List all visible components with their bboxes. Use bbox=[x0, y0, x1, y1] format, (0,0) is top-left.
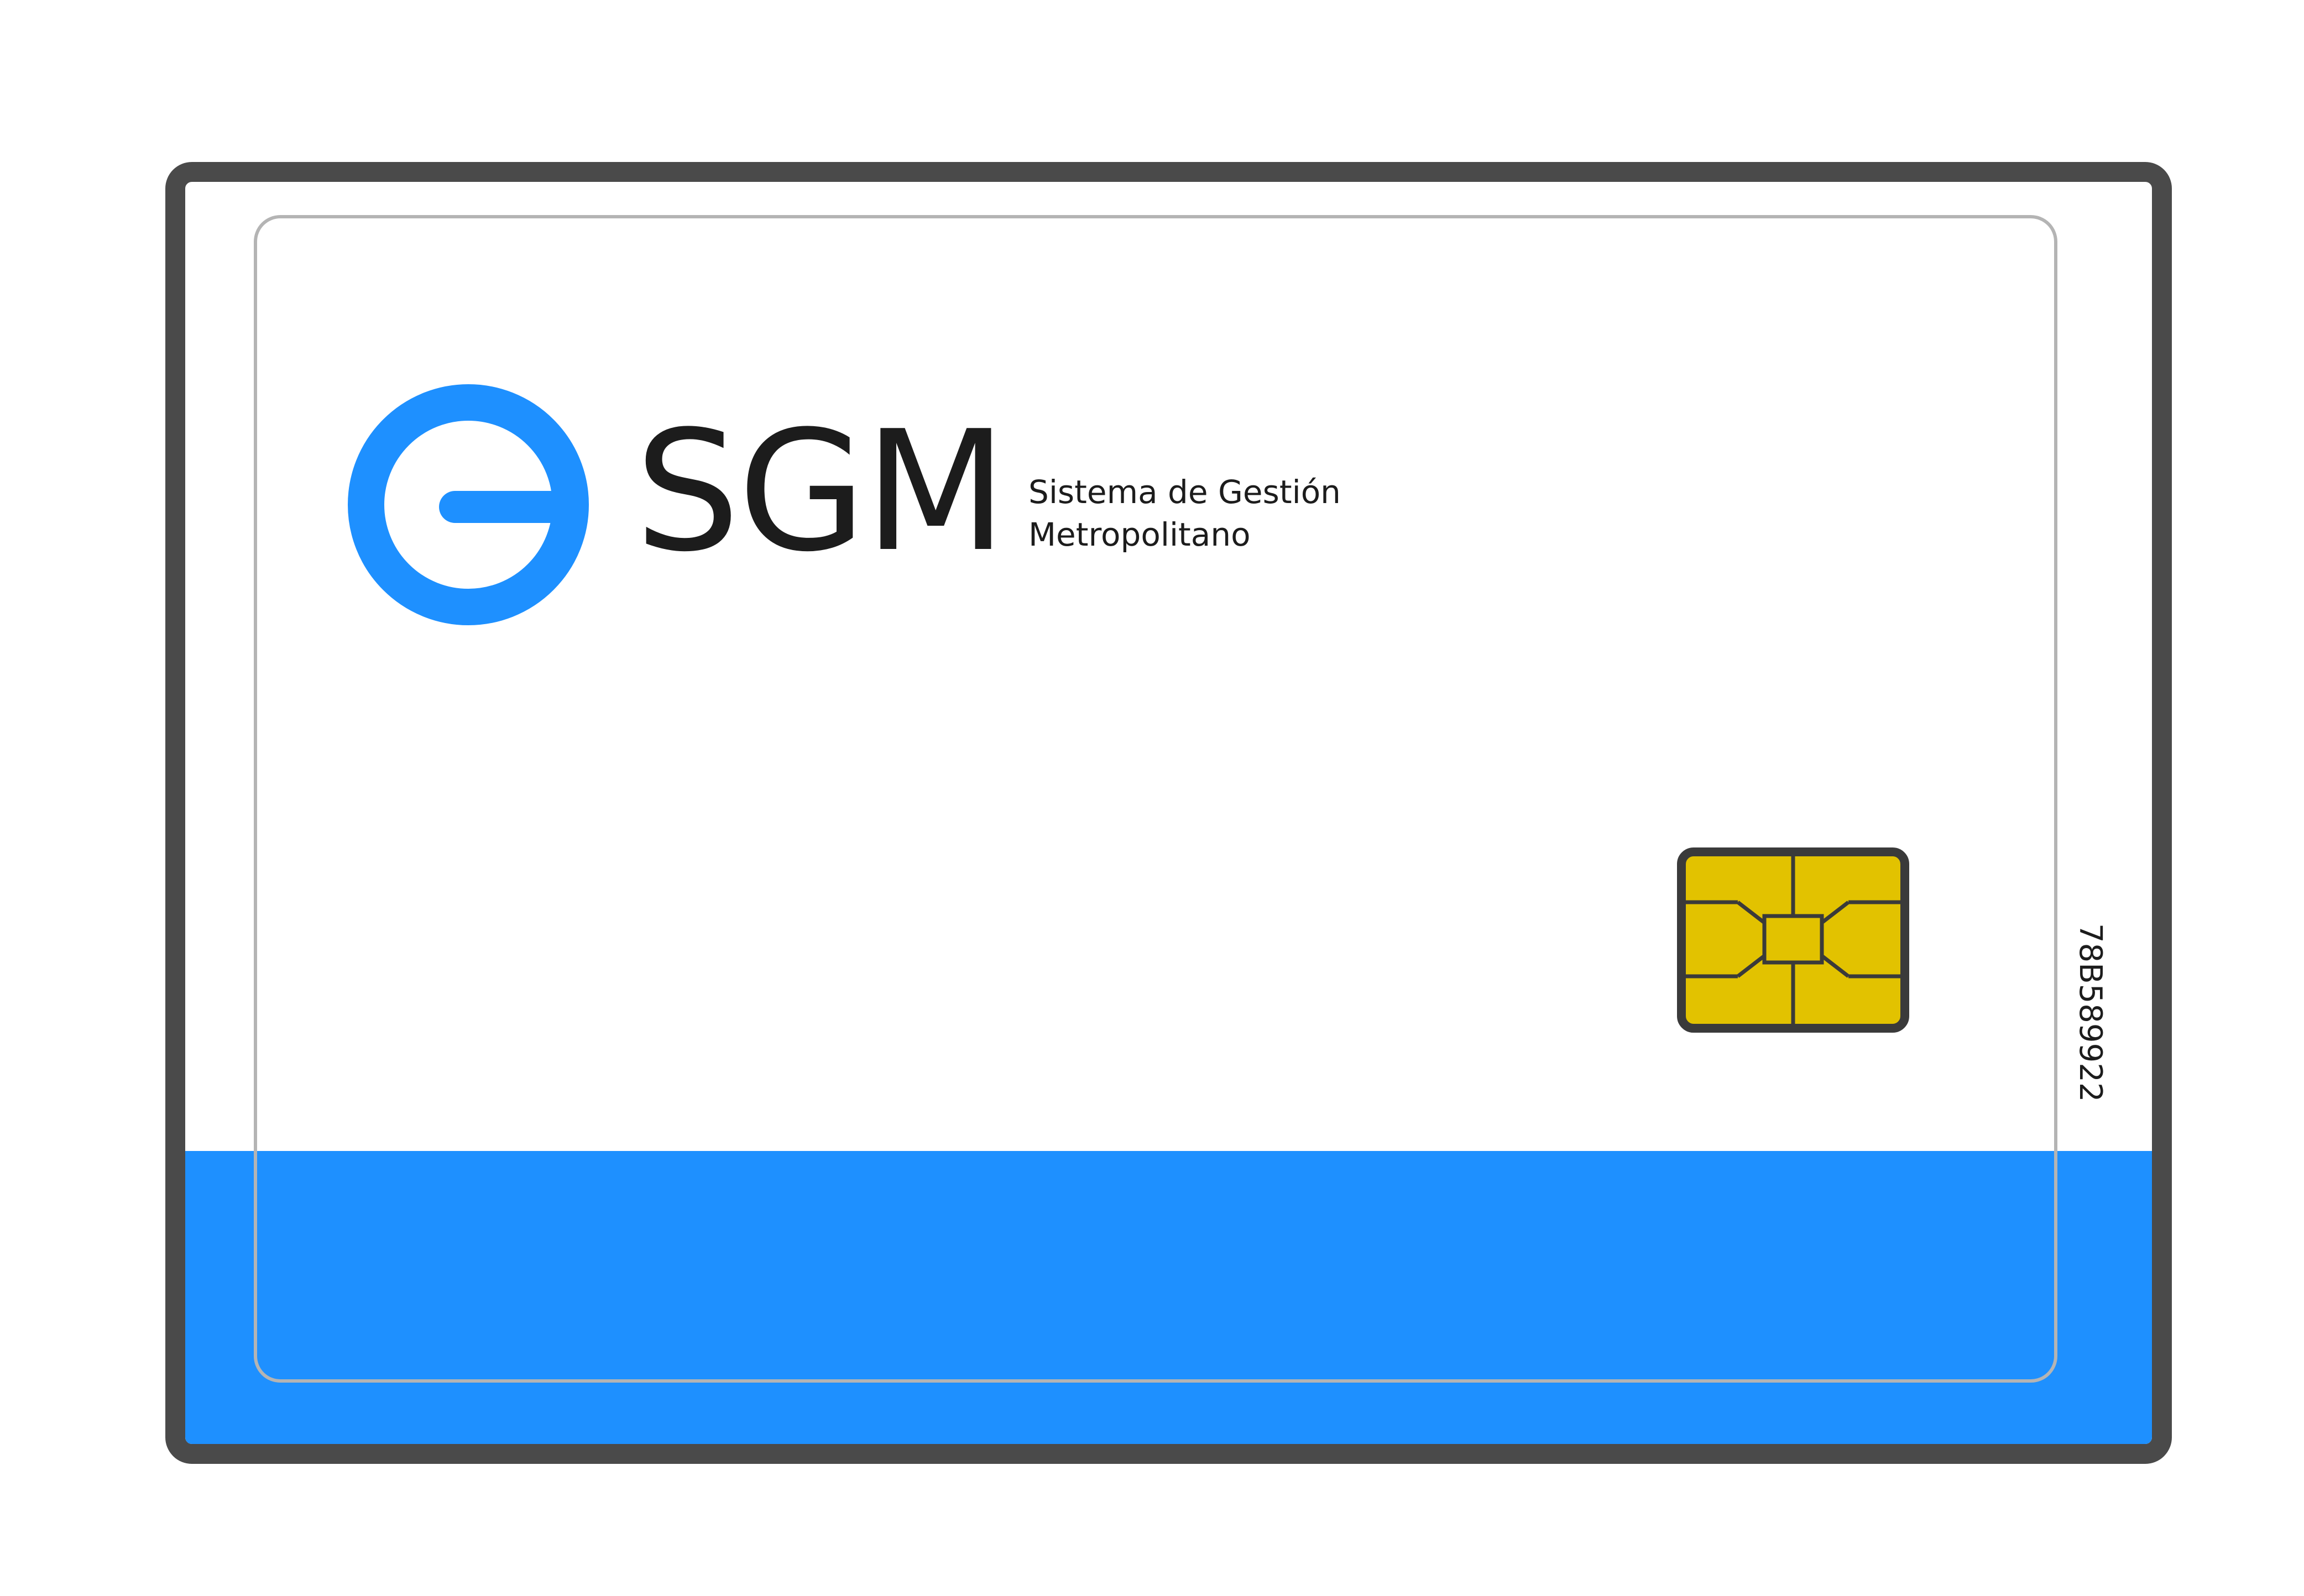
logo-tagline-line1: Sistema de Gestión bbox=[1028, 473, 1341, 511]
card-blue-band bbox=[185, 1151, 2152, 1444]
card-serial-number: 78B589922 bbox=[2072, 923, 2108, 1102]
smart-chip-icon bbox=[1677, 847, 1909, 1033]
logo-tagline-line2: Metropolitano bbox=[1028, 516, 1251, 553]
transit-card bbox=[165, 162, 2172, 1464]
logo-wordmark: SGM bbox=[635, 395, 1007, 588]
sgm-ring-logo-icon bbox=[348, 384, 589, 625]
logo-tagline: Sistema de Gestión Metropolitano bbox=[1028, 471, 1341, 556]
